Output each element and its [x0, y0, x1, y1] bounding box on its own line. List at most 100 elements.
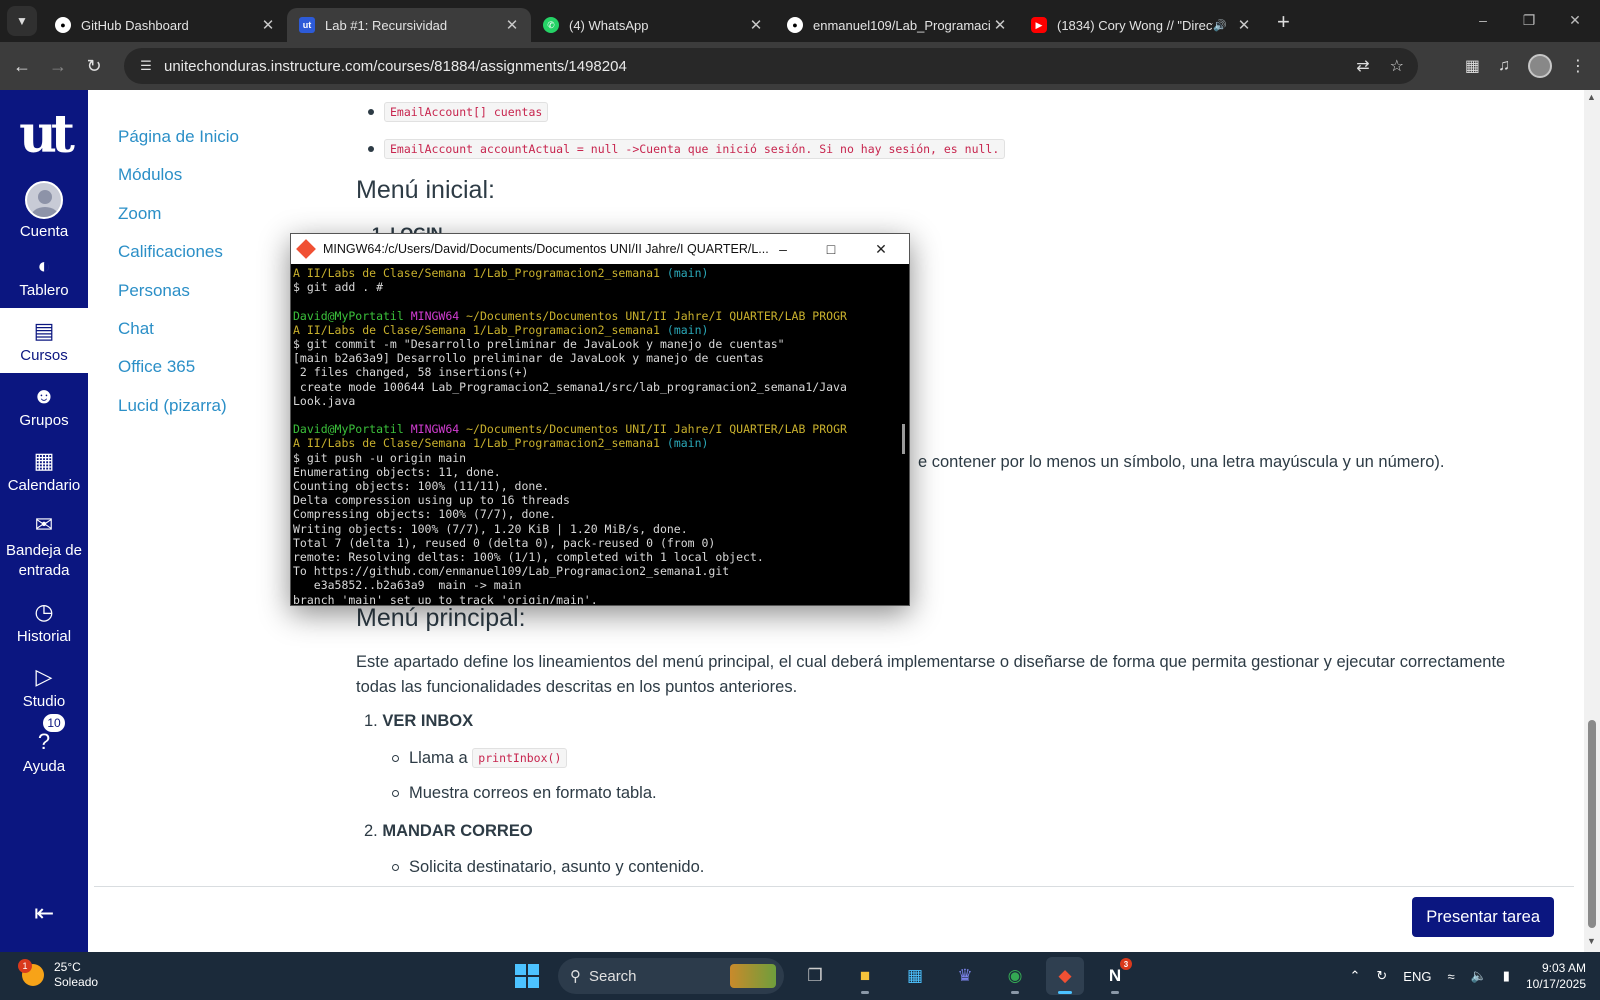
extensions-icon[interactable]: ▦ — [1465, 56, 1480, 76]
help-badge: 10 — [42, 713, 66, 733]
minimize-button[interactable]: – — [1460, 0, 1506, 40]
tab-youtube[interactable]: ▶ (1834) Cory Wong // "Direct 🔊 ✕ — [1019, 8, 1263, 42]
sub-list-item: Llama a printInbox() — [392, 748, 568, 768]
language-indicator[interactable]: ENG — [1403, 969, 1431, 984]
file-explorer-icon[interactable]: ■ — [846, 957, 884, 995]
more-menu-icon[interactable]: ⋮ — [1570, 56, 1586, 76]
tab-title: (1834) Cory Wong // "Direct — [1057, 17, 1214, 33]
sub-item-text: Llama a — [409, 748, 468, 767]
collapse-nav-icon[interactable]: ⇤ — [0, 899, 88, 928]
scrollbar-thumb[interactable] — [1588, 720, 1596, 928]
course-nav-lucid[interactable]: Lucid (pizarra) — [118, 387, 239, 425]
back-arrow-icon[interactable]: ← — [4, 56, 40, 77]
nav-label: Grupos — [19, 412, 69, 429]
teams-icon[interactable]: ♛ — [946, 957, 984, 995]
terminal-line: To https://github.com/enmanuel109/Lab_Pr… — [293, 564, 730, 579]
course-nav-chat[interactable]: Chat — [118, 310, 239, 348]
media-control-icon[interactable]: ♫ — [1498, 57, 1510, 75]
translate-icon[interactable]: ⇄ — [1356, 56, 1369, 76]
bookmark-star-icon[interactable]: ☆ — [1390, 56, 1404, 76]
bullet — [392, 864, 399, 871]
search-highlight-image — [730, 964, 776, 988]
course-nav-modules[interactable]: Módulos — [118, 156, 239, 194]
terminal-close-button[interactable]: ✕ — [857, 234, 905, 264]
course-nav-zoom[interactable]: Zoom — [118, 195, 239, 233]
site-info-icon[interactable]: ☰ — [128, 58, 164, 74]
terminal-line: Compressing objects: 100% (7/7), done. — [293, 507, 557, 522]
terminal-line: (main) — [666, 266, 709, 280]
nav-calendario[interactable]: ▦ Calendario — [0, 438, 88, 503]
reload-icon[interactable]: ↻ — [76, 56, 112, 77]
forward-arrow-icon[interactable]: → — [40, 56, 76, 77]
dashboard-icon: ◐ — [37, 253, 51, 278]
tab-github-repo[interactable]: ● enmanuel109/Lab_Programacio ✕ — [775, 8, 1019, 42]
git-bash-taskbar-icon[interactable]: ◆ — [1046, 957, 1084, 995]
youtube-icon: ▶ — [1031, 17, 1047, 33]
close-icon[interactable]: ✕ — [747, 16, 765, 34]
tab-whatsapp[interactable]: ✆ (4) WhatsApp ✕ — [531, 8, 775, 42]
course-nav-office365[interactable]: Office 365 — [118, 348, 239, 386]
terminal-line: Total 7 (delta 1), reused 0 (delta 0), p… — [293, 535, 716, 550]
terminal-title: MINGW64:/c/Users/David/Documents/Documen… — [323, 242, 769, 256]
chrome-icon[interactable]: ◉ — [996, 957, 1034, 995]
course-nav-home[interactable]: Página de Inicio — [118, 118, 239, 156]
page-scrollbar[interactable]: ▲ ▼ — [1584, 90, 1600, 952]
volume-icon[interactable]: 🔈 — [1471, 968, 1487, 984]
scroll-up-icon[interactable]: ▲ — [1587, 92, 1596, 102]
nav-label: Cuenta — [19, 223, 69, 240]
nav-studio[interactable]: ▷ Studio — [0, 654, 88, 719]
submit-assignment-button[interactable]: Presentar tarea — [1412, 897, 1554, 937]
nav-label: Ayuda — [22, 758, 66, 775]
tab-lab-recursividad[interactable]: ut Lab #1: Recursividad ✕ — [287, 8, 531, 42]
close-window-button[interactable]: ✕ — [1552, 0, 1598, 40]
git-bash-window[interactable]: MINGW64:/c/Users/David/Documents/Documen… — [290, 233, 910, 606]
nav-cursos[interactable]: ▤ Cursos — [0, 308, 88, 373]
course-nav-grades[interactable]: Calificaciones — [118, 233, 239, 271]
close-icon[interactable]: ✕ — [259, 16, 277, 34]
tab-github-dashboard[interactable]: ● GitHub Dashboard ✕ — [43, 8, 287, 42]
windows-taskbar: 1 25°C Soleado ⚲ Search ❐ ■ ▦ ♛ ◉ ◆ N 3 … — [0, 952, 1600, 1000]
scroll-down-icon[interactable]: ▼ — [1587, 936, 1596, 946]
new-tab-button[interactable]: + — [1277, 9, 1290, 35]
start-button[interactable] — [508, 957, 546, 995]
sync-icon[interactable]: ↻ — [1376, 968, 1387, 984]
task-view-icon[interactable]: ❐ — [796, 957, 834, 995]
chevron-down-icon: ▼ — [16, 14, 28, 28]
microsoft-store-icon[interactable]: ▦ — [896, 957, 934, 995]
speaker-icon[interactable]: 🔊 — [1213, 19, 1227, 32]
nav-ayuda[interactable]: ? 10 Ayuda — [0, 713, 88, 784]
chevron-up-icon[interactable]: ⌃ — [1349, 968, 1360, 984]
address-bar[interactable]: ☰ unitechonduras.instructure.com/courses… — [124, 48, 1418, 84]
terminal-minimize-button[interactable]: – — [759, 234, 807, 264]
nav-grupos[interactable]: ☻ Grupos — [0, 373, 88, 438]
weather-widget[interactable]: 1 25°C Soleado — [18, 959, 98, 990]
notion-icon[interactable]: N 3 — [1096, 957, 1134, 995]
terminal-line: Look.java — [293, 393, 356, 408]
system-clock[interactable]: 9:03 AM 10/17/2025 — [1526, 960, 1586, 992]
terminal-maximize-button[interactable]: □ — [807, 234, 855, 264]
battery-icon[interactable]: ▮ — [1503, 968, 1510, 984]
close-icon[interactable]: ✕ — [1235, 16, 1253, 34]
institution-logo[interactable]: ut — [0, 90, 88, 178]
terminal-title-bar[interactable]: MINGW64:/c/Users/David/Documents/Documen… — [291, 234, 909, 264]
nav-historial[interactable]: ◷ Historial — [0, 589, 88, 654]
profile-avatar[interactable] — [1528, 54, 1552, 78]
close-icon[interactable]: ✕ — [503, 16, 521, 34]
password-requirement-text: e contener por lo menos un símbolo, una … — [918, 453, 1445, 471]
terminal-scrollbar-thumb[interactable] — [902, 424, 905, 454]
terminal-output[interactable]: A II/Labs de Clase/Semana 1/Lab_Programa… — [291, 264, 891, 604]
course-nav-people[interactable]: Personas — [118, 272, 239, 310]
nav-tablero[interactable]: ◐ Tablero — [0, 243, 88, 308]
terminal-line: $ git commit -m "Desarrollo preliminar d… — [293, 337, 785, 352]
restore-button[interactable]: ❐ — [1506, 0, 1552, 40]
terminal-line: David@MyPortatil — [293, 308, 404, 323]
taskbar-search[interactable]: ⚲ Search — [558, 958, 784, 994]
nav-cuenta[interactable]: Cuenta — [0, 178, 88, 243]
terminal-line: branch 'main' set up to track 'origin/ma… — [293, 592, 598, 604]
wifi-icon[interactable]: ≈ — [1447, 969, 1454, 984]
terminal-line: Delta compression using up to 16 threads — [293, 493, 570, 508]
nav-bandeja[interactable]: ✉ Bandeja de entrada — [0, 503, 88, 589]
tab-search-button[interactable]: ▼ — [7, 6, 37, 36]
submission-footer: Presentar tarea — [94, 886, 1574, 952]
close-icon[interactable]: ✕ — [991, 16, 1009, 34]
